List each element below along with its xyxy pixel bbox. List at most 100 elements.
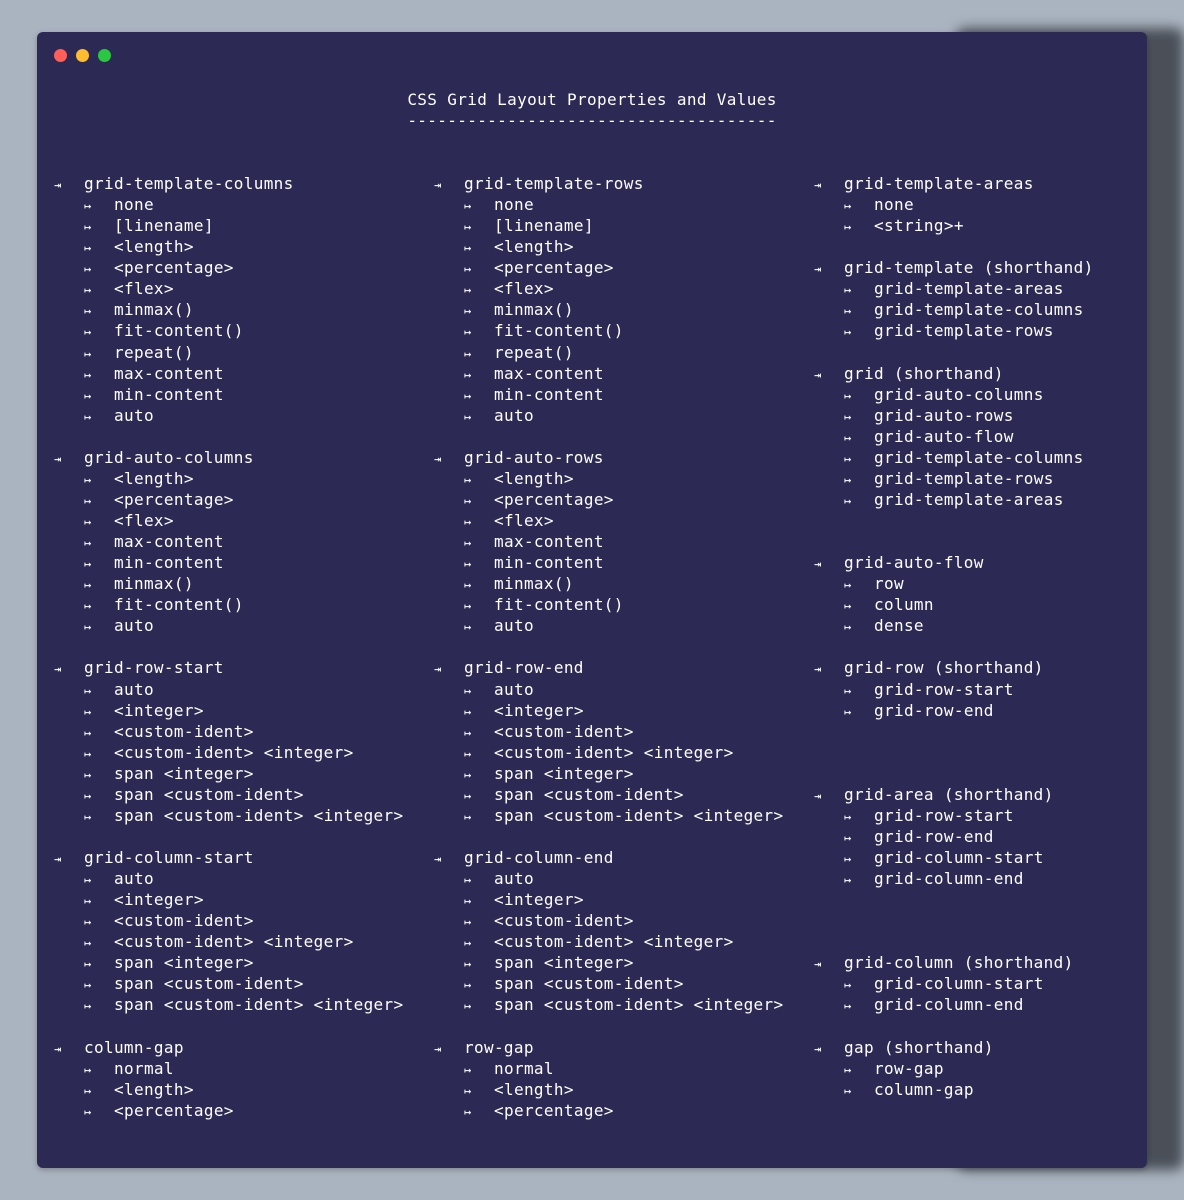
property-value: span <integer> bbox=[494, 953, 634, 973]
value-row: ↦ span <custom-ident> <integer> bbox=[54, 994, 404, 1015]
maps-to-arrow-icon: ↦ bbox=[844, 1062, 852, 1077]
maps-to-arrow-icon: ↦ bbox=[464, 304, 472, 319]
property-value: minmax() bbox=[114, 300, 194, 320]
value-row: ↦ <percentage> bbox=[54, 1100, 404, 1121]
zoom-button[interactable] bbox=[98, 49, 111, 62]
property-value: auto bbox=[494, 869, 534, 889]
property-value: grid-auto-columns bbox=[874, 384, 1044, 404]
property-value: <length> bbox=[114, 1079, 194, 1099]
property-value: normal bbox=[114, 1058, 174, 1078]
column-2: ⇥ grid-template-rows ↦ none ↦ [linename] ↦ <len… bbox=[434, 173, 784, 1121]
property-name: grid-column-start bbox=[84, 848, 254, 867]
property-value: span <integer> bbox=[494, 763, 634, 783]
maps-to-arrow-icon: ↦ bbox=[464, 262, 472, 277]
value-row: ↦ span <custom-ident> bbox=[434, 973, 784, 994]
value-row: ↦ grid-template-rows bbox=[814, 320, 1094, 341]
value-row: ↦ <custom-ident> <integer> bbox=[434, 931, 784, 952]
property-value: grid-column-start bbox=[874, 848, 1044, 867]
minimize-button[interactable] bbox=[76, 49, 89, 62]
maps-to-arrow-icon: ↦ bbox=[84, 578, 92, 593]
maps-to-arrow-icon: ↦ bbox=[464, 578, 472, 593]
tab-arrow-icon: ⇥ bbox=[54, 1041, 62, 1056]
property-value: minmax() bbox=[494, 300, 574, 320]
maps-to-arrow-icon: ↦ bbox=[84, 788, 92, 803]
maps-to-arrow-icon: ↦ bbox=[844, 578, 852, 593]
maps-to-arrow-icon: ↦ bbox=[84, 388, 92, 403]
property-value: <length> bbox=[494, 237, 574, 257]
tab-arrow-icon: ⇥ bbox=[54, 178, 62, 192]
property-value: none bbox=[494, 195, 534, 215]
maps-to-arrow-icon: ↦ bbox=[844, 978, 852, 993]
maps-to-arrow-icon: ↦ bbox=[84, 767, 92, 782]
value-row: ↦ auto bbox=[54, 405, 404, 426]
value-row: ↦ <length> bbox=[434, 236, 784, 257]
maps-to-arrow-icon: ↦ bbox=[464, 536, 472, 551]
property-value: span <integer> bbox=[114, 953, 254, 973]
tab-arrow-icon: ⇥ bbox=[434, 451, 442, 466]
property-name: grid-auto-flow bbox=[844, 553, 984, 573]
property-name: grid-template-rows bbox=[464, 174, 644, 193]
value-row: ↦ auto bbox=[434, 405, 784, 426]
value-row: ↦ <percentage> bbox=[54, 257, 404, 278]
property-value: <percentage> bbox=[114, 489, 234, 509]
close-button[interactable] bbox=[54, 49, 67, 62]
property-value: grid-column-end bbox=[874, 995, 1024, 1015]
value-row: ↦ <string>+ bbox=[814, 215, 1094, 236]
value-row: ↦ none bbox=[54, 194, 404, 215]
maps-to-arrow-icon: ↦ bbox=[464, 1104, 472, 1119]
property-value: auto bbox=[114, 616, 154, 636]
property-value: <custom-ident> <integer> bbox=[494, 932, 734, 952]
property-value: <flex> bbox=[114, 511, 174, 530]
value-row: ↦ dense bbox=[814, 615, 1094, 636]
maps-to-arrow-icon: ↦ bbox=[844, 388, 852, 403]
maps-to-arrow-icon: ↦ bbox=[464, 557, 472, 572]
value-row: ↦ grid-row-end bbox=[814, 700, 1094, 721]
property-value: grid-template-areas bbox=[874, 279, 1064, 299]
property-value: max-content bbox=[114, 363, 224, 383]
property-value: max-content bbox=[114, 532, 224, 552]
property-value: minmax() bbox=[494, 574, 574, 594]
maps-to-arrow-icon: ↦ bbox=[84, 493, 92, 508]
tab-arrow-icon: ⇥ bbox=[54, 852, 62, 866]
maps-to-arrow-icon: ↦ bbox=[464, 915, 472, 930]
value-row: ↦ column bbox=[814, 594, 1094, 615]
terminal-window: CSS Grid Layout Properties and Values --… bbox=[37, 32, 1147, 1168]
value-row: ↦ span <integer> bbox=[434, 763, 784, 784]
value-row: ↦ <length> bbox=[54, 236, 404, 257]
maps-to-arrow-icon: ↦ bbox=[464, 388, 472, 403]
value-row: ↦ grid-column-end bbox=[814, 868, 1094, 889]
value-row: ↦ <length> bbox=[434, 468, 784, 489]
property-value: <custom-ident> <integer> bbox=[494, 742, 734, 762]
value-row: ↦ none bbox=[814, 194, 1094, 215]
maps-to-arrow-icon: ↦ bbox=[464, 873, 472, 888]
value-row: ↦ grid-column-start bbox=[814, 973, 1094, 994]
property-row: ⇥ grid-column (shorthand) bbox=[814, 952, 1094, 973]
value-row: ↦ grid-template-areas bbox=[814, 278, 1094, 299]
column-1: ⇥ grid-template-columns ↦ none ↦ [linename] ↦ <… bbox=[54, 173, 404, 1121]
maps-to-arrow-icon: ↦ bbox=[464, 367, 472, 382]
maps-to-arrow-icon: ↦ bbox=[844, 704, 852, 719]
property-value: fit-content() bbox=[114, 321, 244, 341]
value-row: ↦ auto bbox=[434, 679, 784, 700]
maps-to-arrow-icon: ↦ bbox=[844, 830, 852, 845]
value-row: ↦ [linename] bbox=[54, 215, 404, 236]
maps-to-arrow-icon: ↦ bbox=[464, 493, 472, 508]
maps-to-arrow-icon: ↦ bbox=[844, 283, 852, 298]
property-row: ⇥ grid-template-areas bbox=[814, 173, 1094, 194]
value-row: ↦ normal bbox=[54, 1058, 404, 1079]
property-value: span <custom-ident> bbox=[114, 784, 304, 804]
maps-to-arrow-icon: ↦ bbox=[84, 1104, 92, 1119]
property-value: <custom-ident> bbox=[494, 721, 634, 741]
property-value: fit-content() bbox=[114, 595, 244, 615]
property-value: <custom-ident> bbox=[114, 721, 254, 741]
property-name: grid-row (shorthand) bbox=[844, 658, 1044, 678]
value-row: ↦ column-gap bbox=[814, 1079, 1094, 1100]
property-value: span <integer> bbox=[114, 763, 254, 783]
value-row: ↦ grid-auto-columns bbox=[814, 384, 1094, 405]
property-value: min-content bbox=[114, 553, 224, 573]
maps-to-arrow-icon: ↦ bbox=[844, 599, 852, 614]
maps-to-arrow-icon: ↦ bbox=[84, 557, 92, 572]
